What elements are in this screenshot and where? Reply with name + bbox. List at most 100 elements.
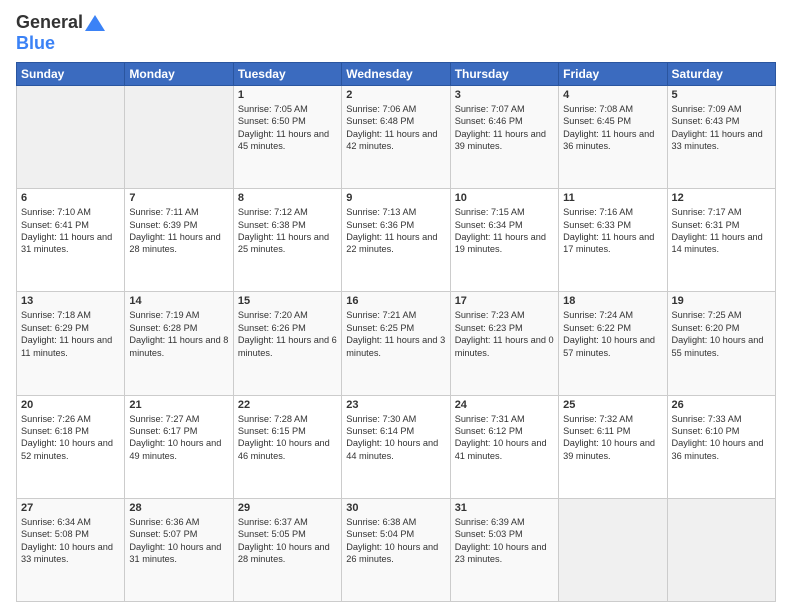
calendar-week-row: 20 Sunrise: 7:26 AM Sunset: 6:18 PM Dayli… <box>17 395 776 498</box>
day-number: 8 <box>238 192 337 204</box>
calendar-cell <box>17 86 125 189</box>
cell-content: Sunrise: 7:30 AM Sunset: 6:14 PM Dayligh… <box>346 413 445 463</box>
logo: General Blue <box>16 12 105 54</box>
cell-content: Sunrise: 7:17 AM Sunset: 6:31 PM Dayligh… <box>672 206 771 256</box>
cell-content: Sunrise: 7:15 AM Sunset: 6:34 PM Dayligh… <box>455 206 554 256</box>
day-number: 5 <box>672 89 771 101</box>
day-number: 16 <box>346 295 445 307</box>
day-number: 15 <box>238 295 337 307</box>
day-number: 25 <box>563 399 662 411</box>
cell-content: Sunrise: 7:05 AM Sunset: 6:50 PM Dayligh… <box>238 103 337 153</box>
cell-content: Sunrise: 7:32 AM Sunset: 6:11 PM Dayligh… <box>563 413 662 463</box>
calendar-week-row: 13 Sunrise: 7:18 AM Sunset: 6:29 PM Dayli… <box>17 292 776 395</box>
day-number: 11 <box>563 192 662 204</box>
cell-content: Sunrise: 7:18 AM Sunset: 6:29 PM Dayligh… <box>21 309 120 359</box>
day-number: 6 <box>21 192 120 204</box>
cell-content: Sunrise: 7:07 AM Sunset: 6:46 PM Dayligh… <box>455 103 554 153</box>
calendar-table: SundayMondayTuesdayWednesdayThursdayFrid… <box>16 62 776 602</box>
cell-content: Sunrise: 7:10 AM Sunset: 6:41 PM Dayligh… <box>21 206 120 256</box>
calendar-cell: 19 Sunrise: 7:25 AM Sunset: 6:20 PM Dayli… <box>667 292 775 395</box>
cell-content: Sunrise: 7:11 AM Sunset: 6:39 PM Dayligh… <box>129 206 228 256</box>
cell-content: Sunrise: 7:12 AM Sunset: 6:38 PM Dayligh… <box>238 206 337 256</box>
cell-content: Sunrise: 6:34 AM Sunset: 5:08 PM Dayligh… <box>21 516 120 566</box>
day-number: 30 <box>346 502 445 514</box>
day-number: 27 <box>21 502 120 514</box>
day-number: 9 <box>346 192 445 204</box>
cell-content: Sunrise: 7:27 AM Sunset: 6:17 PM Dayligh… <box>129 413 228 463</box>
calendar-week-row: 27 Sunrise: 6:34 AM Sunset: 5:08 PM Dayli… <box>17 498 776 601</box>
calendar-cell: 16Sunrise: 7:21 AM Sunset: 6:25 PM Dayli… <box>342 292 450 395</box>
calendar-cell: 25 Sunrise: 7:32 AM Sunset: 6:11 PM Dayli… <box>559 395 667 498</box>
day-number: 7 <box>129 192 228 204</box>
day-number: 21 <box>129 399 228 411</box>
day-number: 13 <box>21 295 120 307</box>
calendar-week-row: 6 Sunrise: 7:10 AM Sunset: 6:41 PM Daylig… <box>17 189 776 292</box>
calendar-cell: 2 Sunrise: 7:06 AM Sunset: 6:48 PM Daylig… <box>342 86 450 189</box>
day-number: 2 <box>346 89 445 101</box>
day-number: 29 <box>238 502 337 514</box>
calendar-cell: 22Sunrise: 7:28 AM Sunset: 6:15 PM Dayli… <box>233 395 341 498</box>
calendar-cell: 13 Sunrise: 7:18 AM Sunset: 6:29 PM Dayli… <box>17 292 125 395</box>
day-number: 24 <box>455 399 554 411</box>
cell-content: Sunrise: 7:09 AM Sunset: 6:43 PM Dayligh… <box>672 103 771 153</box>
day-header-sunday: Sunday <box>17 63 125 86</box>
calendar-cell: 31 Sunrise: 6:39 AM Sunset: 5:03 PM Dayli… <box>450 498 558 601</box>
day-header-tuesday: Tuesday <box>233 63 341 86</box>
cell-content: Sunrise: 7:13 AM Sunset: 6:36 PM Dayligh… <box>346 206 445 256</box>
calendar-cell: 20 Sunrise: 7:26 AM Sunset: 6:18 PM Dayli… <box>17 395 125 498</box>
day-number: 31 <box>455 502 554 514</box>
cell-content: Sunrise: 6:36 AM Sunset: 5:07 PM Dayligh… <box>129 516 228 566</box>
cell-content: Sunrise: 6:37 AM Sunset: 5:05 PM Dayligh… <box>238 516 337 566</box>
calendar-cell: 5 Sunrise: 7:09 AM Sunset: 6:43 PM Daylig… <box>667 86 775 189</box>
day-number: 23 <box>346 399 445 411</box>
calendar-cell <box>125 86 233 189</box>
cell-content: Sunrise: 7:06 AM Sunset: 6:48 PM Dayligh… <box>346 103 445 153</box>
day-number: 20 <box>21 399 120 411</box>
cell-content: Sunrise: 6:39 AM Sunset: 5:03 PM Dayligh… <box>455 516 554 566</box>
calendar-cell: 10Sunrise: 7:15 AM Sunset: 6:34 PM Dayli… <box>450 189 558 292</box>
day-number: 18 <box>563 295 662 307</box>
calendar-cell: 9 Sunrise: 7:13 AM Sunset: 6:36 PM Daylig… <box>342 189 450 292</box>
day-number: 17 <box>455 295 554 307</box>
cell-content: Sunrise: 7:16 AM Sunset: 6:33 PM Dayligh… <box>563 206 662 256</box>
calendar-cell: 14 Sunrise: 7:19 AM Sunset: 6:28 PM Dayli… <box>125 292 233 395</box>
logo-blue-text: Blue <box>16 33 55 54</box>
cell-content: Sunrise: 7:31 AM Sunset: 6:12 PM Dayligh… <box>455 413 554 463</box>
day-number: 28 <box>129 502 228 514</box>
calendar-cell: 1Sunrise: 7:05 AM Sunset: 6:50 PM Daylig… <box>233 86 341 189</box>
calendar-cell: 4 Sunrise: 7:08 AM Sunset: 6:45 PM Daylig… <box>559 86 667 189</box>
day-number: 14 <box>129 295 228 307</box>
calendar-cell: 8 Sunrise: 7:12 AM Sunset: 6:38 PM Daylig… <box>233 189 341 292</box>
day-number: 19 <box>672 295 771 307</box>
calendar-cell: 27 Sunrise: 6:34 AM Sunset: 5:08 PM Dayli… <box>17 498 125 601</box>
calendar-cell: 12Sunrise: 7:17 AM Sunset: 6:31 PM Dayli… <box>667 189 775 292</box>
header: General Blue <box>16 12 776 54</box>
day-number: 4 <box>563 89 662 101</box>
calendar-cell: 11 Sunrise: 7:16 AM Sunset: 6:33 PM Dayli… <box>559 189 667 292</box>
cell-content: Sunrise: 7:08 AM Sunset: 6:45 PM Dayligh… <box>563 103 662 153</box>
day-number: 3 <box>455 89 554 101</box>
calendar-cell: 17 Sunrise: 7:23 AM Sunset: 6:23 PM Dayli… <box>450 292 558 395</box>
day-header-monday: Monday <box>125 63 233 86</box>
calendar-cell: 18 Sunrise: 7:24 AM Sunset: 6:22 PM Dayli… <box>559 292 667 395</box>
cell-content: Sunrise: 7:23 AM Sunset: 6:23 PM Dayligh… <box>455 309 554 359</box>
calendar-cell: 23 Sunrise: 7:30 AM Sunset: 6:14 PM Dayli… <box>342 395 450 498</box>
cell-content: Sunrise: 7:24 AM Sunset: 6:22 PM Dayligh… <box>563 309 662 359</box>
calendar-cell <box>667 498 775 601</box>
day-number: 26 <box>672 399 771 411</box>
calendar-cell: 24 Sunrise: 7:31 AM Sunset: 6:12 PM Dayli… <box>450 395 558 498</box>
cell-content: Sunrise: 7:25 AM Sunset: 6:20 PM Dayligh… <box>672 309 771 359</box>
calendar-cell <box>559 498 667 601</box>
calendar-cell: 6 Sunrise: 7:10 AM Sunset: 6:41 PM Daylig… <box>17 189 125 292</box>
calendar-cell: 26Sunrise: 7:33 AM Sunset: 6:10 PM Dayli… <box>667 395 775 498</box>
cell-content: Sunrise: 7:28 AM Sunset: 6:15 PM Dayligh… <box>238 413 337 463</box>
cell-content: Sunrise: 7:26 AM Sunset: 6:18 PM Dayligh… <box>21 413 120 463</box>
day-header-wednesday: Wednesday <box>342 63 450 86</box>
logo-general-text: General <box>16 12 83 33</box>
cell-content: Sunrise: 7:19 AM Sunset: 6:28 PM Dayligh… <box>129 309 228 359</box>
calendar-cell: 30Sunrise: 6:38 AM Sunset: 5:04 PM Dayli… <box>342 498 450 601</box>
calendar-cell: 15 Sunrise: 7:20 AM Sunset: 6:26 PM Dayli… <box>233 292 341 395</box>
cell-content: Sunrise: 7:20 AM Sunset: 6:26 PM Dayligh… <box>238 309 337 359</box>
day-header-friday: Friday <box>559 63 667 86</box>
calendar-week-row: 1Sunrise: 7:05 AM Sunset: 6:50 PM Daylig… <box>17 86 776 189</box>
